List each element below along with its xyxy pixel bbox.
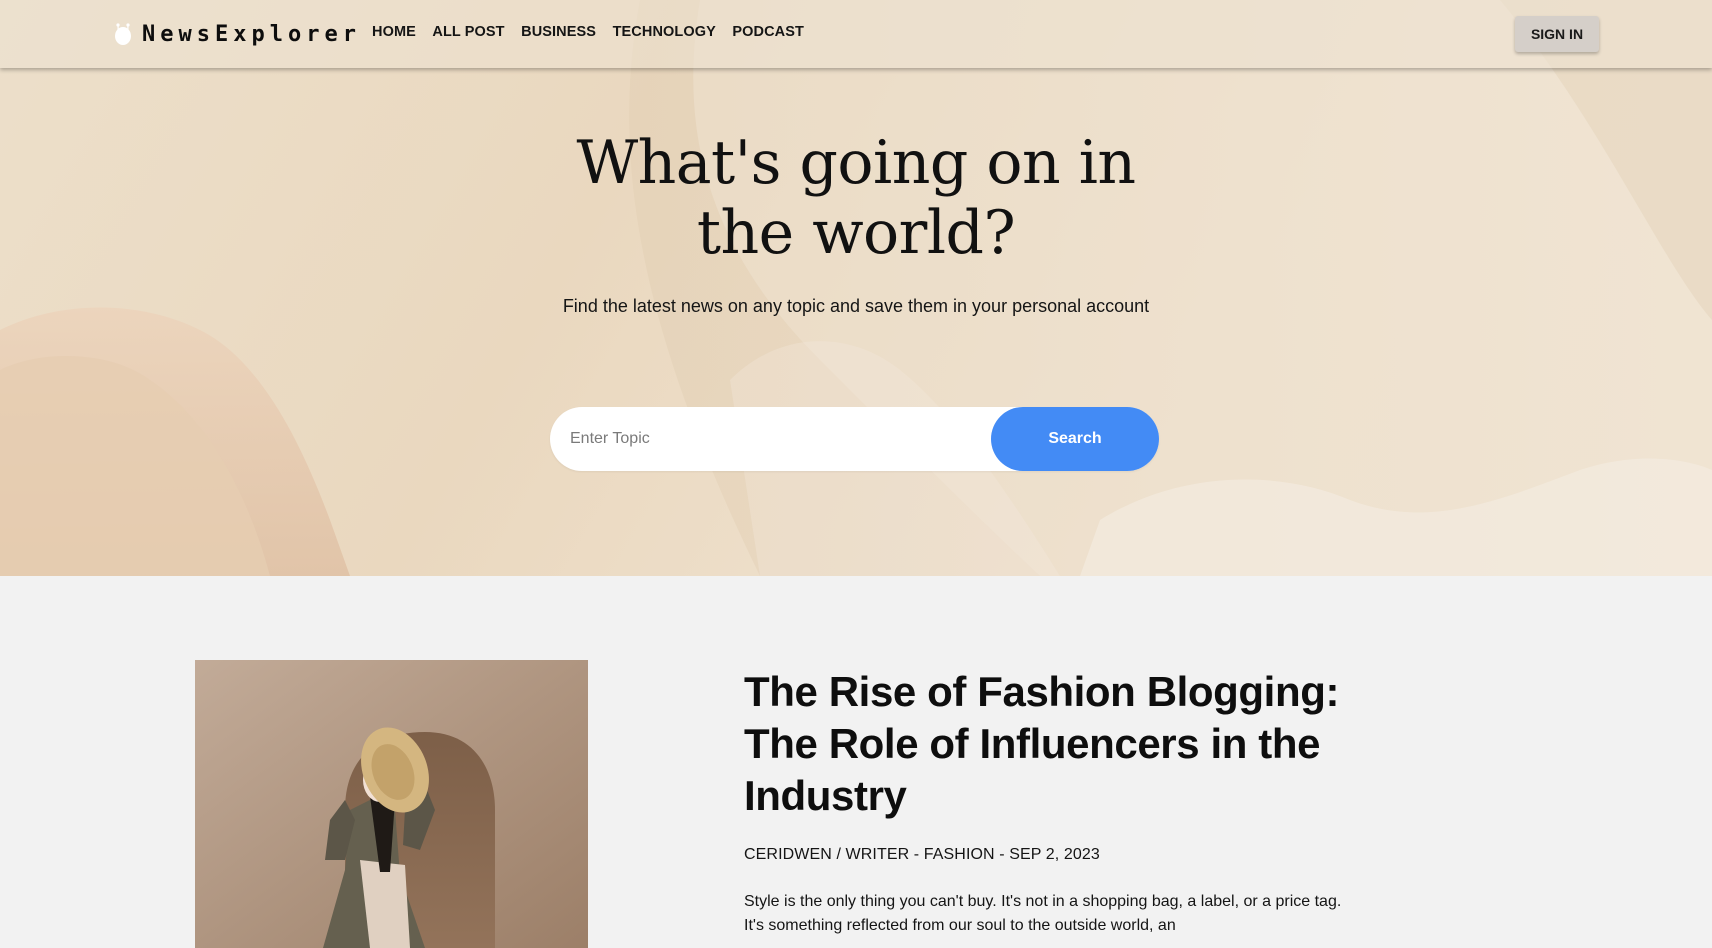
brand-name: NewsExplorer bbox=[142, 21, 361, 47]
fashion-photo-illustration bbox=[195, 660, 588, 948]
article-image[interactable] bbox=[195, 660, 588, 948]
nav-link-podcast[interactable]: PODCAST bbox=[732, 24, 804, 40]
nav-link-business[interactable]: BUSINESS bbox=[521, 24, 596, 40]
search-form: Search bbox=[550, 407, 1159, 471]
navbar: NewsExplorer HOME ALL POST BUSINESS TECH… bbox=[0, 0, 1712, 68]
nav-link-technology[interactable]: TECHNOLOGY bbox=[613, 24, 716, 40]
nav-links: HOME ALL POST BUSINESS TECHNOLOGY PODCAS… bbox=[372, 24, 820, 40]
nav-link-home[interactable]: HOME bbox=[372, 24, 416, 40]
sign-in-button[interactable]: SIGN IN bbox=[1515, 16, 1599, 52]
search-button[interactable]: Search bbox=[991, 407, 1159, 471]
article-meta: CERIDWEN / WRITER - FASHION - SEP 2, 202… bbox=[744, 846, 1100, 863]
brand-logo[interactable]: NewsExplorer bbox=[114, 18, 361, 50]
hero-subtitle: Find the latest news on any topic and sa… bbox=[562, 296, 1150, 316]
alien-icon bbox=[115, 23, 131, 45]
hero-section: NewsExplorer HOME ALL POST BUSINESS TECH… bbox=[0, 0, 1712, 576]
hero-background-image bbox=[0, 0, 1712, 576]
hero-title: What's going on in the world? bbox=[576, 128, 1136, 268]
nav-link-all-post[interactable]: ALL POST bbox=[432, 24, 504, 40]
search-input[interactable] bbox=[570, 407, 1010, 471]
article-title[interactable]: The Rise of Fashion Blogging: The Role o… bbox=[744, 666, 1364, 822]
article-excerpt: Style is the only thing you can't buy. I… bbox=[744, 893, 1342, 934]
